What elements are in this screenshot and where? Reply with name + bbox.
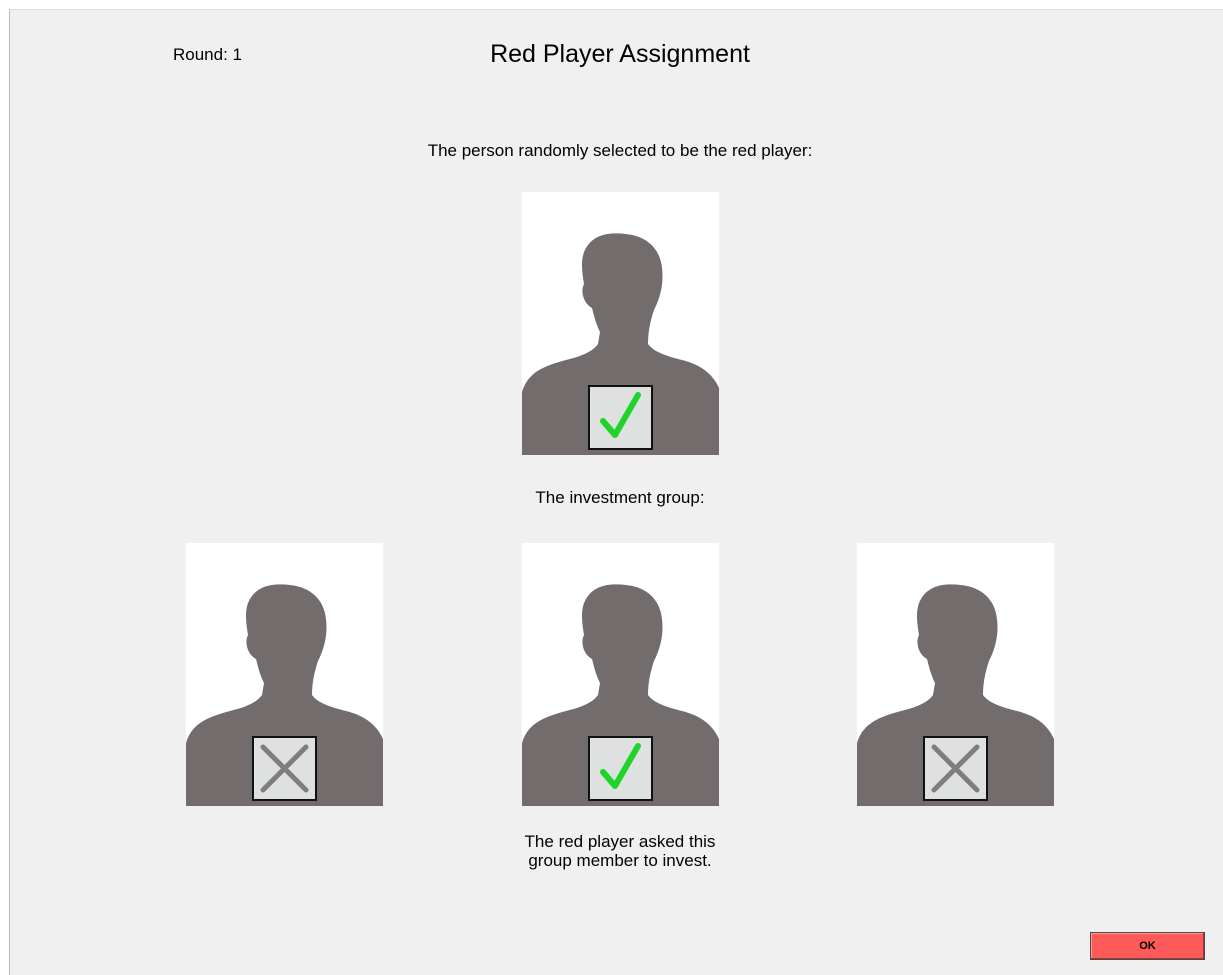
- check-icon: [600, 392, 641, 438]
- cross-icon: [260, 744, 309, 793]
- group-member-photo-1: [186, 543, 383, 806]
- selected-player-photo: [522, 192, 719, 455]
- selected-player-caption: The person randomly selected to be the r…: [427, 141, 813, 160]
- member-2-mark-box: [588, 736, 653, 801]
- cross-icon: [931, 744, 980, 793]
- note-line-1: The red player asked this: [524, 832, 716, 851]
- member-1-mark-box: [252, 736, 317, 801]
- member-3-mark-box: [923, 736, 988, 801]
- selected-mark-box: [588, 385, 653, 450]
- invest-request-note: The red player asked this group member t…: [0, 832, 1223, 870]
- group-member-photo-3: [857, 543, 1054, 806]
- ok-button[interactable]: OK: [1090, 932, 1205, 960]
- group-member-photo-2: [522, 543, 719, 806]
- note-line-2: group member to invest.: [528, 851, 712, 870]
- investment-group-caption: The investment group:: [535, 488, 705, 507]
- page-title: Red Player Assignment: [490, 40, 750, 68]
- check-icon: [600, 743, 641, 789]
